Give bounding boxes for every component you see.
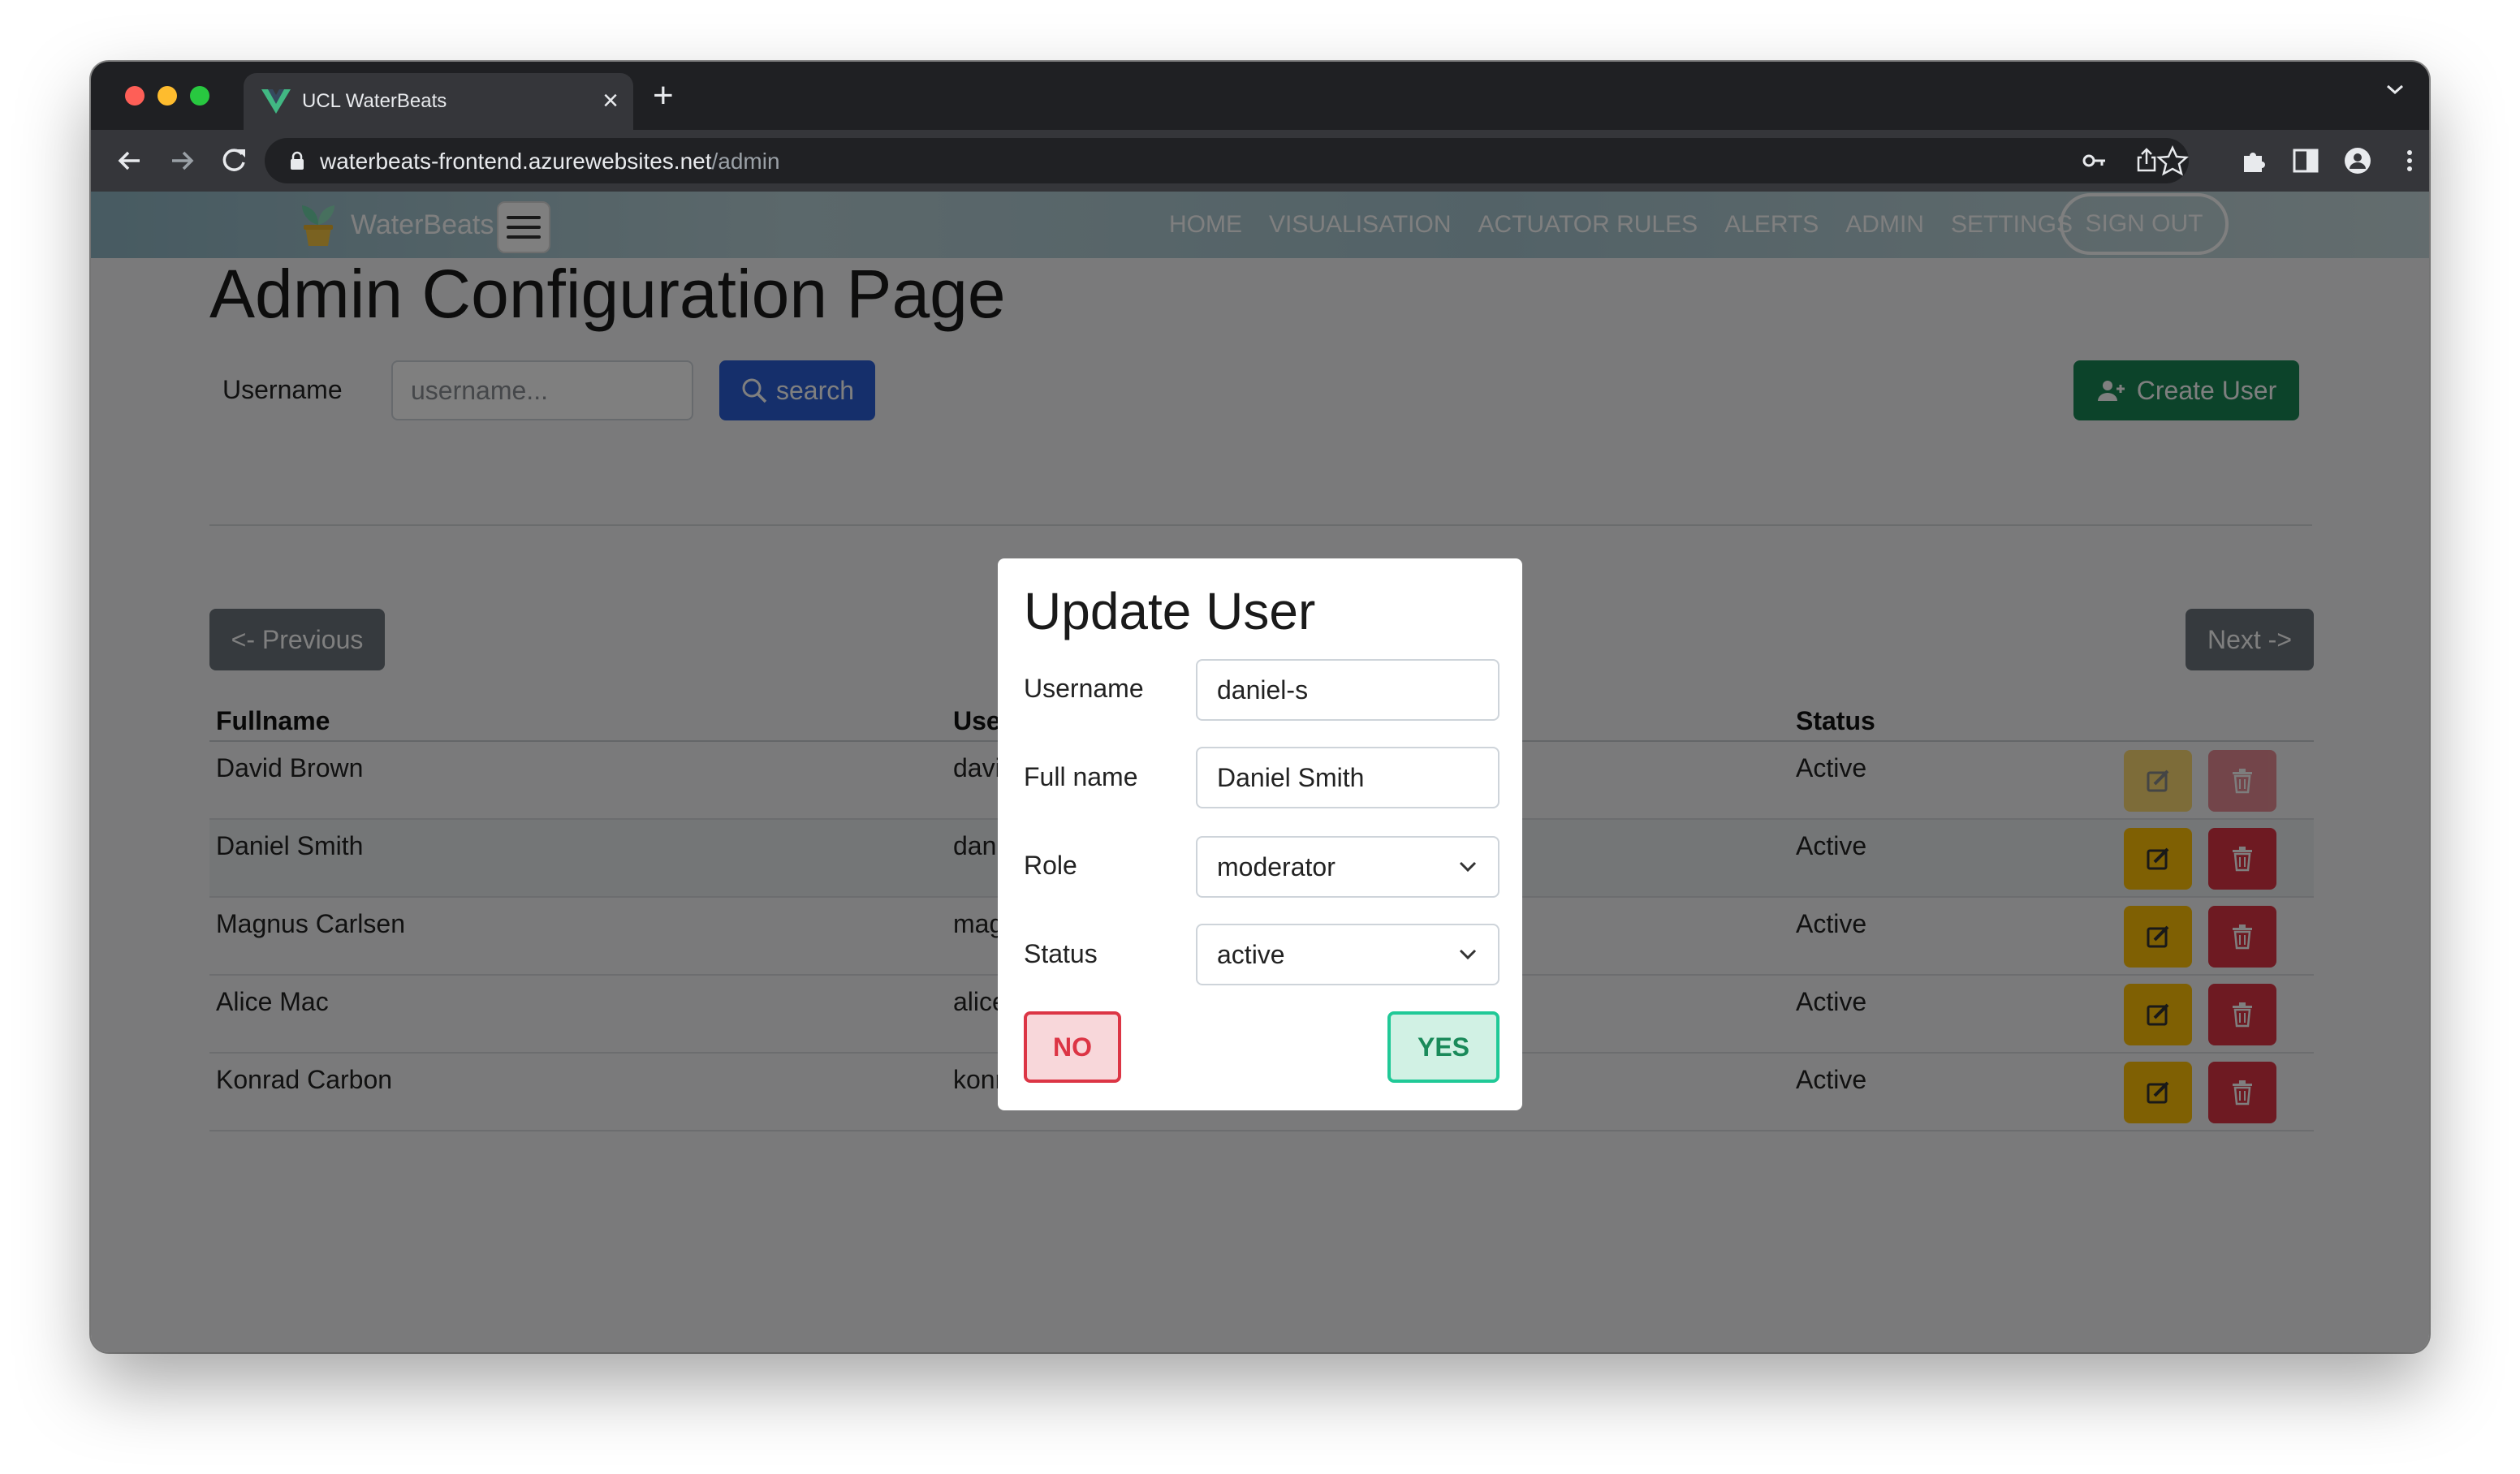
status-select-value: active: [1217, 940, 1285, 969]
minimize-window-button[interactable]: [158, 86, 177, 106]
no-button[interactable]: NO: [1024, 1011, 1121, 1083]
vue-favicon-icon: [261, 89, 291, 114]
tab-close-icon[interactable]: ×: [602, 84, 619, 117]
back-icon[interactable]: [112, 143, 148, 179]
chevron-down-icon: [1459, 861, 1477, 873]
profile-icon[interactable]: [2341, 144, 2374, 177]
reload-icon[interactable]: [216, 143, 252, 179]
tab-ucl-waterbeats[interactable]: UCL WaterBeats ×: [244, 73, 633, 130]
tab-bar: UCL WaterBeats × +: [91, 62, 2429, 130]
extensions-icon[interactable]: [2237, 144, 2270, 177]
bookmark-star-icon[interactable]: [2156, 144, 2189, 177]
role-select-value: moderator: [1217, 852, 1336, 881]
role-label: Role: [1024, 851, 1077, 880]
web-page: WaterBeats HOME VISUALISATION ACTUATOR R…: [91, 192, 2429, 1352]
menu-kebab-icon[interactable]: [2393, 144, 2426, 177]
status-select[interactable]: active: [1196, 924, 1499, 985]
modal-title: Update User: [1024, 582, 1316, 640]
role-select[interactable]: moderator: [1196, 836, 1499, 898]
url-text: waterbeats-frontend.azurewebsites.net/ad…: [320, 149, 780, 175]
url-path: /admin: [711, 149, 780, 174]
maximize-window-button[interactable]: [190, 86, 209, 106]
key-icon[interactable]: [2080, 146, 2109, 175]
forward-icon[interactable]: [164, 143, 200, 179]
lock-icon: [291, 151, 304, 170]
tab-title: UCL WaterBeats: [302, 90, 447, 112]
fullname-field[interactable]: Daniel Smith: [1196, 747, 1499, 808]
address-bar[interactable]: waterbeats-frontend.azurewebsites.net/ad…: [265, 138, 2189, 183]
chevron-down-icon: [1459, 949, 1477, 960]
username-field[interactable]: daniel-s: [1196, 659, 1499, 721]
status-label: Status: [1024, 939, 1098, 968]
yes-button[interactable]: YES: [1387, 1011, 1499, 1083]
close-window-button[interactable]: [125, 86, 145, 106]
fullname-label: Full name: [1024, 762, 1138, 791]
browser-toolbar: waterbeats-frontend.azurewebsites.net/ad…: [91, 130, 2429, 192]
new-tab-button[interactable]: +: [653, 76, 674, 115]
tab-search-chevron-icon[interactable]: [2385, 83, 2405, 96]
username-label: Username: [1024, 674, 1144, 703]
update-user-modal: Update User Username daniel-s Full name …: [998, 558, 1522, 1110]
side-panel-icon[interactable]: [2289, 144, 2322, 177]
url-domain: waterbeats-frontend.azurewebsites.net: [320, 149, 712, 174]
browser-window: UCL WaterBeats × + waterbeats-frontend.a…: [91, 62, 2429, 1352]
